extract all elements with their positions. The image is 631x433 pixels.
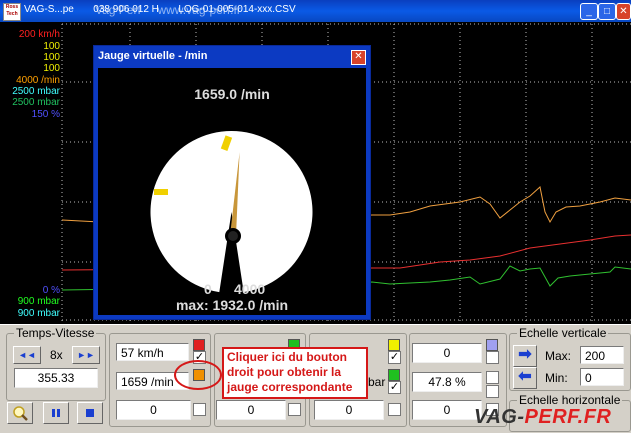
time-position-field[interactable]: 355.33 bbox=[14, 368, 98, 388]
axis-label-speed: 200 km/h bbox=[18, 29, 60, 40]
gauge-scale-max: 4000 bbox=[234, 281, 266, 297]
channel-checkbox-6[interactable] bbox=[288, 403, 301, 416]
channel-value-8: bar bbox=[368, 375, 386, 389]
time-speed-group bbox=[6, 333, 106, 401]
gauge-scale-min: 0 bbox=[204, 281, 212, 297]
vscale-max-field[interactable]: 200 bbox=[580, 346, 624, 364]
magnifier-icon bbox=[13, 406, 28, 421]
app-logo-icon: Ross Tech bbox=[3, 3, 21, 21]
channel-checkbox-11b[interactable] bbox=[486, 385, 499, 398]
channel-checkbox-9[interactable] bbox=[388, 403, 401, 416]
gauge-face bbox=[150, 131, 313, 293]
close-button[interactable]: ✕ bbox=[616, 3, 631, 20]
channel-checkbox-7[interactable]: ✓ bbox=[388, 351, 401, 364]
channel-color-8[interactable] bbox=[388, 369, 400, 381]
brand-logo: VAG-PERF.FR bbox=[474, 406, 612, 428]
vscale-max-label: Max: bbox=[545, 349, 572, 363]
axis-label-mbar-min-1: 900 mbar bbox=[17, 296, 60, 307]
maximize-button[interactable]: □ bbox=[598, 3, 616, 20]
pause-button[interactable] bbox=[43, 402, 69, 424]
channel-checkbox-8[interactable]: ✓ bbox=[388, 381, 401, 394]
channel-color-speed[interactable] bbox=[193, 339, 205, 351]
channel-checkbox-10[interactable] bbox=[486, 351, 499, 364]
vertical-scale-title: Echelle verticale bbox=[517, 326, 609, 340]
watermark-text: Vag Perf www.vag-perf.fr bbox=[95, 3, 241, 17]
highlight-ring bbox=[174, 360, 222, 390]
channel-checkbox-3[interactable] bbox=[193, 403, 206, 416]
channel-value-speed: 57 km/h bbox=[116, 343, 189, 361]
horizontal-scale-title: Echelle horizontale bbox=[517, 393, 623, 407]
rewind-button[interactable]: ◄◄ bbox=[13, 346, 41, 364]
stop-icon bbox=[86, 409, 94, 417]
channel-value-10: 0 bbox=[412, 343, 482, 363]
vscale-min-label: Min: bbox=[545, 371, 568, 385]
playback-speed: 8x bbox=[50, 348, 63, 362]
title-bar: Ross Tech VAG-S...pe 038 906 012 H LOG-0… bbox=[0, 0, 631, 22]
minimize-button[interactable]: _ bbox=[580, 3, 598, 20]
gauge-body: 1659.0 /min 0 4000 max: 1932.0 /min bbox=[98, 68, 366, 315]
channel-value-6: 0 bbox=[216, 400, 286, 420]
gauge-window-title: Jauge virtuelle - /min bbox=[98, 50, 208, 62]
gauge-close-button[interactable]: ✕ bbox=[351, 50, 366, 65]
axis-label-boost-2: 2500 mbar bbox=[12, 97, 60, 108]
vscale-min-field[interactable]: 0 bbox=[580, 368, 624, 386]
channel-value-3: 0 bbox=[116, 400, 191, 420]
channel-checkbox-11[interactable] bbox=[486, 371, 499, 384]
virtual-gauge-window[interactable]: Jauge virtuelle - /min ✕ 1659.0 /min 0 4… bbox=[93, 45, 371, 320]
gauge-tick-2 bbox=[154, 189, 168, 195]
pause-icon bbox=[52, 409, 60, 417]
channel-color-10[interactable] bbox=[486, 339, 498, 351]
zoom-button[interactable] bbox=[7, 402, 33, 424]
scale-right-button[interactable]: ➡ bbox=[513, 345, 537, 367]
gauge-dial bbox=[150, 131, 313, 293]
scale-left-button[interactable]: ⬅ bbox=[513, 367, 537, 389]
channel-value-9: 0 bbox=[314, 400, 384, 420]
channel-color-7[interactable] bbox=[388, 339, 400, 351]
channel-value-11: 47.8 % bbox=[412, 372, 482, 392]
annotation-callout: Cliquer ici du bouton droit pour obtenir… bbox=[222, 347, 368, 399]
axis-label-mbar-min-2: 900 mbar bbox=[17, 308, 60, 319]
time-speed-title: Temps-Vitesse bbox=[14, 326, 97, 340]
channel-value-12: 0 bbox=[412, 400, 482, 420]
axis-label-3: 100 bbox=[43, 63, 60, 74]
stop-button[interactable] bbox=[77, 402, 103, 424]
axis-label-percent: 150 % bbox=[31, 109, 60, 120]
fast-forward-button[interactable]: ►► bbox=[72, 346, 100, 364]
gauge-peak: max: 1932.0 /min bbox=[175, 297, 289, 313]
